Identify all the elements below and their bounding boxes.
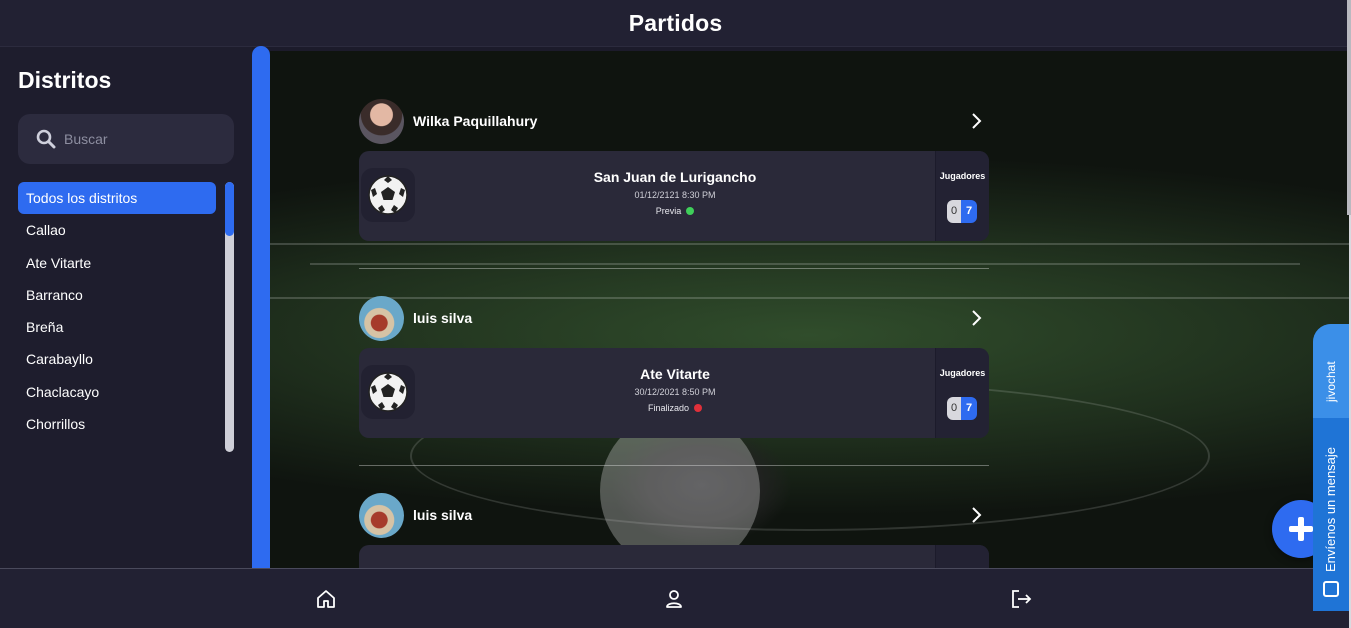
status-dot: [686, 207, 695, 215]
district-item-ate-vitarte[interactable]: Ate Vitarte: [18, 247, 216, 279]
players-label: Jugadores: [939, 368, 986, 378]
search-box[interactable]: [18, 114, 234, 164]
players-total: 7: [961, 200, 977, 223]
district-list: Todos los distritos Callao Ate Vitarte B…: [18, 182, 216, 452]
players-panel: [935, 545, 989, 568]
match-status: Finalizado: [647, 403, 703, 413]
district-item-carabayllo[interactable]: Carabayllo: [18, 343, 216, 375]
divider: [359, 268, 989, 269]
status-label: Finalizado: [647, 403, 690, 413]
players-joined: 0: [947, 200, 961, 223]
match-card[interactable]: [359, 545, 989, 568]
districts-sidebar: Distritos Todos los distritos Callao Ate…: [0, 47, 252, 568]
district-item-callao[interactable]: Callao: [18, 214, 216, 246]
district-list-scrollbar[interactable]: [225, 182, 234, 452]
match-post-header[interactable]: luis silva: [359, 492, 989, 538]
match-datetime: 01/12/2121 8:30 PM: [634, 190, 716, 200]
players-panel: Jugadores 0 7: [935, 151, 989, 241]
match-post-header[interactable]: luis silva: [359, 295, 989, 341]
pitch-line: [270, 243, 1349, 245]
bottom-navigation: [0, 568, 1351, 628]
chat-cta[interactable]: Envíenos un mensaje: [1323, 447, 1338, 572]
avatar: [359, 492, 404, 538]
players-total: 7: [961, 397, 977, 420]
match-datetime: 30/12/2021 8:50 PM: [634, 387, 716, 397]
match-info: Ate Vitarte 30/12/2021 8:50 PM Finalizad…: [419, 366, 931, 416]
status-label: Previa: [655, 206, 682, 216]
sidebar-divider-rail: [252, 46, 270, 568]
players-joined: 0: [947, 397, 961, 420]
chat-icon: [1323, 581, 1339, 597]
players-label: Jugadores: [939, 171, 986, 181]
organizer-name: luis silva: [413, 310, 473, 326]
district-item-chaclacayo[interactable]: Chaclacayo: [18, 376, 216, 408]
chat-brand: jivochat: [1324, 361, 1338, 402]
pitch-line: [310, 263, 1300, 265]
chevron-right-icon[interactable]: [969, 310, 985, 326]
divider: [359, 465, 989, 466]
soccer-ball-badge: [361, 168, 415, 222]
sidebar-title: Distritos: [18, 67, 112, 93]
avatar: [359, 98, 404, 144]
scrollbar-thumb[interactable]: [225, 182, 234, 236]
soccer-ball-icon: [368, 372, 408, 412]
avatar: [359, 295, 404, 341]
logout-icon[interactable]: [1009, 587, 1033, 611]
match-status: Previa: [656, 206, 695, 216]
players-panel: Jugadores 0 7: [935, 348, 989, 438]
organizer-name: Wilka Paquillahury: [413, 113, 538, 129]
home-icon[interactable]: [314, 587, 338, 611]
district-item-barranco[interactable]: Barranco: [18, 279, 216, 311]
page-title: Partidos: [628, 9, 723, 36]
plus-icon: [1289, 517, 1313, 541]
district-item-chorrillos[interactable]: Chorrillos: [18, 408, 216, 440]
district-item-todos[interactable]: Todos los distritos: [18, 182, 216, 214]
organizer-name: luis silva: [413, 507, 473, 523]
soccer-ball-badge: [361, 365, 415, 419]
matches-feed: Wilka Paquillahury San Juan de Luriganch…: [270, 51, 1349, 568]
match-district: Ate Vitarte: [640, 366, 710, 382]
chevron-right-icon[interactable]: [969, 113, 985, 129]
match-info: San Juan de Lurigancho 01/12/2121 8:30 P…: [419, 169, 931, 219]
chevron-right-icon[interactable]: [969, 507, 985, 523]
players-count: 0 7: [947, 397, 977, 420]
page-scrollbar-thumb[interactable]: [1347, 0, 1351, 215]
search-icon: [36, 129, 56, 149]
soccer-ball-icon: [368, 175, 408, 215]
search-input[interactable]: [64, 131, 214, 147]
players-count: 0 7: [947, 200, 977, 223]
match-post-header[interactable]: Wilka Paquillahury: [359, 98, 989, 144]
match-district: San Juan de Lurigancho: [593, 169, 757, 185]
match-card[interactable]: San Juan de Lurigancho 01/12/2121 8:30 P…: [359, 151, 989, 241]
jivochat-widget[interactable]: jivochat Envíenos un mensaje: [1313, 324, 1349, 611]
user-icon[interactable]: [662, 587, 686, 611]
district-item-brena[interactable]: Breña: [18, 311, 216, 343]
top-bar: Partidos: [0, 0, 1351, 47]
match-card[interactable]: Ate Vitarte 30/12/2021 8:50 PM Finalizad…: [359, 348, 989, 438]
status-dot: [694, 404, 703, 412]
